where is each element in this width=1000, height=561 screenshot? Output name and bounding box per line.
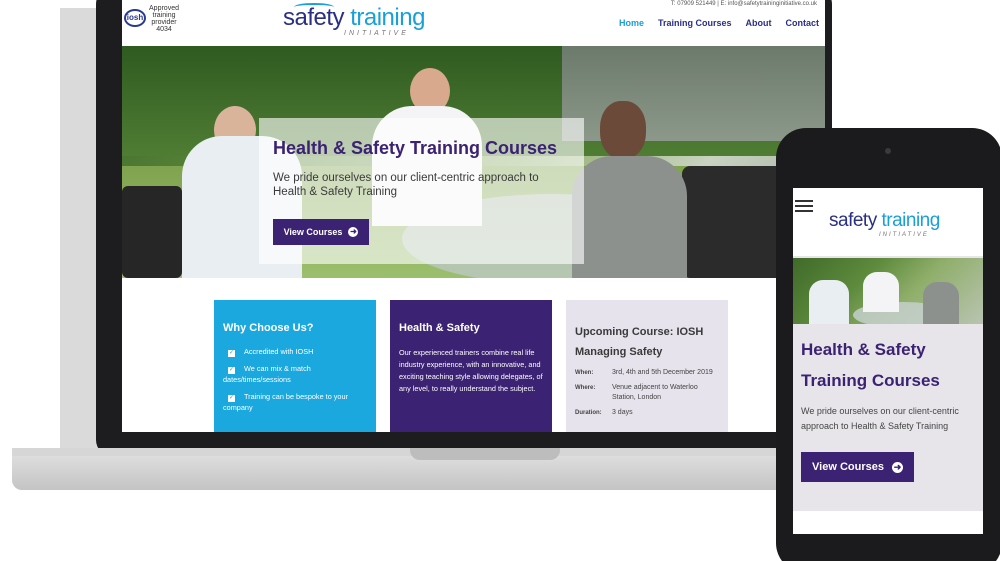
info-value: Venue adjacent to Waterloo Station, Lond…: [611, 384, 698, 401]
logo-word-training: training: [881, 210, 940, 231]
info-value: 3 days: [611, 409, 633, 416]
main-nav: Home Training Courses About Contact: [619, 18, 819, 28]
list-item-text: Training can be bespoke to your company: [223, 392, 348, 412]
upcoming-course-card: Upcoming Course: IOSH Managing Safety Wh…: [566, 300, 728, 432]
hero-photo-person: [600, 101, 646, 159]
laptop-screen: iosh Approved training provider 4034 saf…: [122, 0, 825, 432]
contact-info: T: 07909 521449 | E: info@safetytraining…: [670, 1, 817, 7]
site-logo[interactable]: safety training: [283, 4, 425, 32]
view-courses-button[interactable]: View Courses ➜: [273, 219, 369, 245]
nav-training-courses[interactable]: Training Courses: [658, 18, 732, 28]
why-choose-us-title: Why Choose Us?: [223, 322, 314, 334]
laptop-notch: [410, 448, 560, 460]
checkbox-icon: ✓: [228, 395, 235, 402]
health-safety-card: Health & Safety Our experienced trainers…: [390, 300, 552, 432]
why-list: ✓ Accredited with IOSH ✓ We can mix & matc…: [223, 346, 367, 413]
info-key: Where:: [575, 385, 596, 391]
mobile-hero-photo: [793, 258, 983, 324]
mobile-footer-strip: [793, 511, 983, 534]
feature-cards: Why Choose Us? ✓ Accredited with IOSH ✓ We…: [122, 278, 825, 432]
info-row: Where: Venue adjacent to Waterloo Statio…: [575, 383, 719, 403]
site-header: iosh Approved training provider 4034 saf…: [122, 0, 825, 46]
mobile-hero-text: We pride ourselves on our client-centric…: [801, 406, 959, 431]
nav-about[interactable]: About: [746, 18, 772, 28]
list-item: ✓ Accredited with IOSH: [223, 346, 367, 357]
list-item-text: Accredited with IOSH: [244, 347, 314, 356]
info-key: Duration:: [575, 410, 602, 416]
view-courses-label: View Courses: [283, 227, 343, 237]
photo-person: [923, 282, 959, 324]
approved-line: 4034: [156, 26, 172, 33]
phone-camera-icon: [885, 148, 891, 154]
info-row: When: 3rd, 4th and 5th December 2019: [575, 368, 719, 378]
nav-contact[interactable]: Contact: [786, 18, 820, 28]
logo-subtitle: INITIATIVE: [344, 30, 409, 37]
mobile-site-logo[interactable]: safety training: [829, 210, 940, 232]
iosh-logo-icon: iosh: [124, 9, 146, 27]
list-item: ✓ Training can be bespoke to your company: [223, 391, 367, 413]
photo-person: [863, 272, 899, 312]
info-key: When:: [575, 370, 594, 376]
photo-person: [809, 280, 849, 324]
upcoming-course-title: Upcoming Course: IOSH Managing Safety: [575, 326, 704, 358]
mobile-logo-subtitle: INITIATIVE: [879, 232, 929, 238]
logo-word-safety: safety: [283, 4, 345, 31]
nav-home[interactable]: Home: [619, 18, 644, 28]
info-row: Duration: 3 days: [575, 408, 719, 418]
list-item-text: We can mix & match dates/times/sessions: [223, 364, 311, 384]
arrow-right-icon: ➜: [891, 461, 903, 473]
hero-banner: Health & Safety Training Courses We prid…: [122, 46, 825, 278]
hero-text: We pride ourselves on our client-centric…: [273, 172, 539, 198]
logo-word-training: training: [350, 4, 425, 31]
course-info: When: 3rd, 4th and 5th December 2019 Whe…: [575, 368, 719, 418]
approved-line: training: [152, 12, 176, 19]
phone-screen: safety training INITIATIVE Health & Safe…: [793, 188, 983, 534]
arrow-right-icon: ➜: [348, 227, 359, 237]
info-value: 3rd, 4th and 5th December 2019: [611, 369, 713, 376]
health-safety-text: Our experienced trainers combine real li…: [399, 348, 543, 393]
mobile-view-courses-button[interactable]: View Courses ➜: [801, 452, 914, 482]
health-safety-title: Health & Safety: [399, 322, 480, 334]
view-courses-label: View Courses: [812, 461, 884, 473]
hero-overlay-box: Health & Safety Training Courses We prid…: [259, 118, 584, 264]
hero-photo-person: [572, 156, 687, 278]
hamburger-menu-icon[interactable]: [795, 200, 813, 212]
checkbox-icon: ✓: [228, 367, 235, 374]
mobile-header: safety training INITIATIVE: [793, 188, 983, 256]
mobile-hero-title: Health & Safety Training Courses: [801, 340, 940, 390]
approved-line: provider: [151, 19, 177, 26]
hero-title: Health & Safety Training Courses: [273, 138, 558, 158]
hero-photo-chair: [122, 186, 182, 278]
approved-line: Approved: [149, 5, 179, 12]
why-choose-us-card: Why Choose Us? ✓ Accredited with IOSH ✓ We…: [214, 300, 376, 432]
list-item: ✓ We can mix & match dates/times/sessions: [223, 363, 367, 385]
device-mockup: iosh Approved training provider 4034 saf…: [0, 0, 1000, 561]
logo-word-safety: safety: [829, 210, 877, 231]
approved-provider-text: Approved training provider 4034: [146, 5, 182, 33]
checkbox-icon: ✓: [228, 350, 235, 357]
